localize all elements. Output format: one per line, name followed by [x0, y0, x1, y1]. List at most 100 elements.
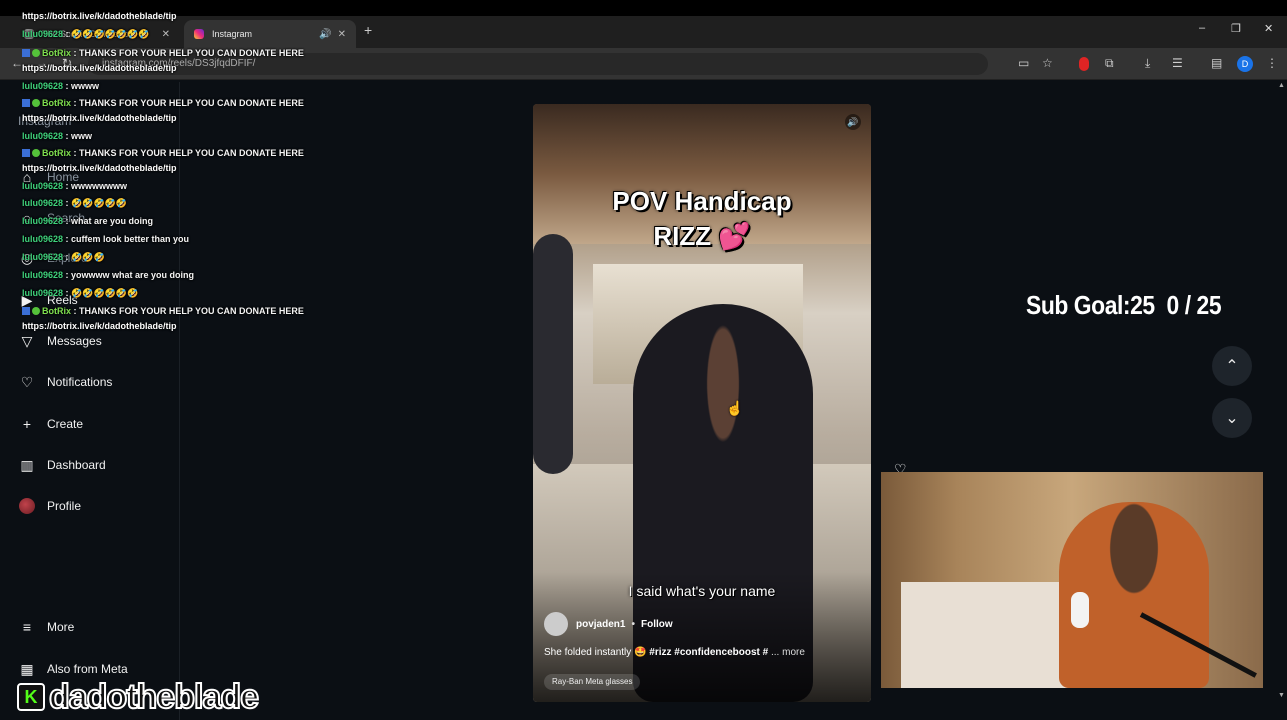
- sidebar-item-label: More: [47, 620, 75, 634]
- chat-message: : THANKS FOR YOUR HELP YOU CAN DONATE HE…: [71, 306, 304, 316]
- author-name[interactable]: povjaden1: [576, 619, 625, 630]
- chat-line: lulu09628 : cuffem look better than you: [22, 234, 189, 244]
- audio-icon[interactable]: 🔊: [319, 29, 331, 40]
- sidebar-item-more[interactable]: ≡ More: [18, 616, 74, 638]
- cast-icon[interactable]: ▭: [1018, 56, 1029, 70]
- tab-label: Instagram: [212, 29, 253, 39]
- bot-badge-icon: [32, 99, 40, 107]
- chat-user: BotRix: [42, 306, 71, 316]
- more-button[interactable]: ... more: [771, 647, 805, 658]
- sidebar-item-profile[interactable]: Profile: [18, 495, 81, 517]
- new-tab-button[interactable]: +: [364, 22, 372, 38]
- tab-instagram[interactable]: Instagram 🔊 ✕: [184, 20, 356, 48]
- avatar-wrapper: [18, 497, 36, 515]
- chat-message: : 🤣🤣🤣🤣🤣🤣🤣: [63, 29, 150, 39]
- sidebar-item-messages[interactable]: ▽ Messages: [18, 330, 102, 352]
- chat-user: lulu09628: [22, 288, 64, 298]
- profile-avatar[interactable]: D: [1237, 56, 1253, 72]
- sidebar-item-also-from-meta[interactable]: ▦ Also from Meta: [18, 658, 128, 680]
- chat-line: lulu09628 : 🤣🤣🤣🤣🤣: [22, 198, 127, 209]
- sub-goal-label: Sub Goal:25: [1026, 290, 1155, 320]
- chat-user: lulu09628: [22, 216, 64, 226]
- chat-message: : THANKS FOR YOUR HELP YOU CAN DONATE HE…: [71, 98, 304, 108]
- chat-user: lulu09628: [22, 29, 64, 39]
- chat-line: lulu09628 : 🤣🤣🤣🤣🤣🤣: [22, 288, 138, 299]
- tab-close-icon[interactable]: ✕: [338, 29, 346, 40]
- bot-badge-icon: [32, 307, 40, 315]
- chat-line: https://botrix.live/k/dadotheblade/tip: [22, 11, 177, 21]
- extension-red-icon[interactable]: [1079, 57, 1089, 71]
- chat-line: lulu09628 : 🤣🤣🤣🤣🤣🤣🤣: [22, 29, 149, 40]
- instagram-sidebar: Instagram ⌂ Home ○ Search ◎ Explore ▶ Re…: [0, 82, 180, 720]
- chat-user: lulu09628: [22, 81, 64, 91]
- channel-branding: K dadotheblade: [17, 678, 260, 716]
- minimize-button[interactable]: –: [1199, 22, 1205, 34]
- sidebar-item-label: Profile: [47, 499, 82, 513]
- reel-video[interactable]: 🔊 POV Handicap RIZZ 💕 I said what's your…: [533, 104, 871, 702]
- chat-line: lulu09628 : wwww: [22, 81, 99, 91]
- hand-cursor-icon: ☝: [726, 400, 744, 416]
- sub-goal-count: 0 / 25: [1166, 290, 1222, 320]
- chat-user: BotRix: [42, 48, 71, 58]
- chat-message: : www: [63, 131, 93, 141]
- glasses-tag[interactable]: Ray-Ban Meta glasses: [544, 674, 641, 690]
- hearts-emoji-icon: 💕: [718, 221, 751, 251]
- close-window-button[interactable]: ✕: [1264, 22, 1273, 35]
- author-avatar[interactable]: [544, 612, 568, 636]
- screen: The Scottie Dell Adobe ✕ Instagram 🔊 ✕ +…: [0, 0, 1287, 720]
- sidebar-item-label: Messages: [47, 334, 102, 348]
- mod-badge-icon: [22, 149, 30, 157]
- send-icon: ▽: [21, 332, 33, 349]
- channel-name: dadotheblade: [48, 678, 260, 716]
- chat-user: BotRix: [42, 148, 71, 158]
- chat-message: : THANKS FOR YOUR HELP YOU CAN DONATE HE…: [71, 48, 304, 58]
- chat-line: lulu09628 : 🤣🤣🤣: [22, 252, 105, 263]
- chat-user: BotRix: [42, 98, 71, 108]
- sidebar-item-create[interactable]: + Create: [18, 413, 83, 435]
- extensions-icon[interactable]: ⧉: [1105, 56, 1114, 71]
- sidebar-item-label: Create: [47, 417, 84, 431]
- bot-badge-icon: [32, 49, 40, 57]
- browser-tab-strip: The Scottie Dell Adobe ✕ Instagram 🔊 ✕: [0, 16, 1287, 48]
- bot-badge-icon: [32, 149, 40, 157]
- instagram-favicon-icon: [194, 29, 204, 39]
- chat-line: lulu09628 : www: [22, 131, 92, 141]
- chat-message: : 🤣🤣🤣: [63, 252, 105, 262]
- reading-list-icon[interactable]: ☰: [1172, 56, 1183, 70]
- sidebar-item-label: Dashboard: [47, 458, 106, 472]
- mod-badge-icon: [22, 307, 30, 315]
- chat-line: BotRix : THANKS FOR YOUR HELP YOU CAN DO…: [22, 98, 304, 108]
- avatar: [19, 498, 35, 514]
- sub-goal-overlay: Sub Goal:25 0 / 25: [1026, 290, 1222, 321]
- kick-logo-icon: K: [17, 683, 45, 711]
- sidebar-item-dashboard[interactable]: ▥ Dashboard: [18, 454, 106, 476]
- chat-line: lulu09628 : yowwww what are you doing: [22, 270, 194, 280]
- separator: •: [631, 618, 635, 630]
- kebab-menu-icon[interactable]: ⋮: [1266, 56, 1278, 70]
- video-bystander: [533, 234, 573, 474]
- next-reel-button[interactable]: ⌄: [1212, 398, 1252, 438]
- reel-author: povjaden1 • Follow: [544, 612, 673, 636]
- sidebar-item-label: Notifications: [47, 375, 113, 389]
- previous-reel-button[interactable]: ⌃: [1212, 346, 1252, 386]
- reel-description: She folded instantly 🤩 #rizz #confidence…: [544, 647, 805, 658]
- restore-button[interactable]: ❐: [1231, 22, 1241, 35]
- scroll-up-icon[interactable]: ▲: [1278, 82, 1285, 89]
- page-scrollbar[interactable]: ▲ ▼: [1277, 82, 1287, 704]
- description-tags[interactable]: #rizz #confidenceboost #: [649, 647, 768, 658]
- plus-icon: +: [22, 416, 32, 432]
- side-panel-icon[interactable]: ▤: [1211, 56, 1222, 70]
- tab-close-icon[interactable]: ✕: [162, 29, 170, 40]
- chat-message: : what are you doing: [63, 216, 154, 226]
- volume-icon[interactable]: 🔊: [845, 114, 861, 130]
- mod-badge-icon: [22, 99, 30, 107]
- scroll-down-icon[interactable]: ▼: [1278, 692, 1285, 699]
- reel-overlay-subtitle: RIZZ 💕: [533, 221, 871, 252]
- chat-user: lulu09628: [22, 252, 64, 262]
- follow-button[interactable]: Follow: [641, 619, 673, 630]
- sidebar-item-notifications[interactable]: ♡ Notifications: [18, 371, 113, 393]
- sidebar-item-label: Also from Meta: [47, 662, 128, 676]
- bookmark-star-icon[interactable]: ☆: [1042, 56, 1053, 70]
- download-icon[interactable]: ⤓: [1145, 56, 1150, 71]
- chat-message: : wwwwwwww: [63, 181, 128, 191]
